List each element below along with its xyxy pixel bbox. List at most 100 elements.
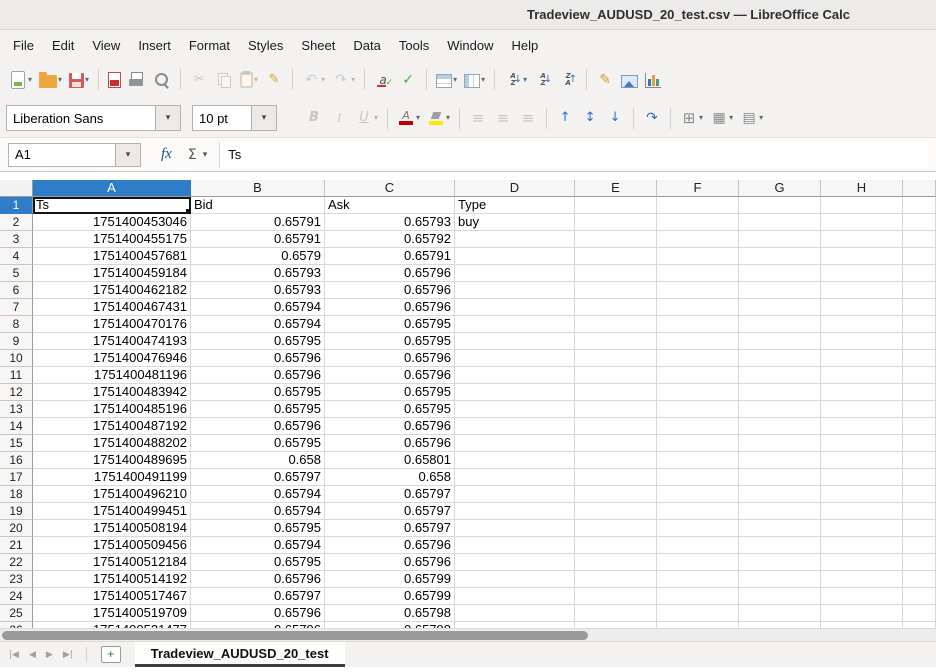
cell-D2[interactable]: buy (455, 214, 575, 231)
underline-button[interactable]: ▾ (352, 106, 381, 130)
cut-button[interactable] (187, 68, 211, 92)
cell-I13[interactable] (903, 401, 936, 418)
cell-G16[interactable] (739, 452, 821, 469)
open-file-button[interactable]: ▾ (36, 68, 65, 92)
first-sheet-icon[interactable]: |◀ (4, 650, 24, 660)
cell-C15[interactable]: 0.65796 (325, 435, 455, 452)
col-header-E[interactable]: E (575, 180, 657, 197)
cell-D19[interactable] (455, 503, 575, 520)
cell-I18[interactable] (903, 486, 936, 503)
cell-A4[interactable]: 1751400457681 (33, 248, 191, 265)
cell-D21[interactable] (455, 537, 575, 554)
cell-A18[interactable]: 1751400496210 (33, 486, 191, 503)
border-style-button[interactable]: ▾ (707, 106, 736, 130)
col-header-A[interactable]: A (33, 180, 191, 197)
cell-B6[interactable]: 0.65793 (191, 282, 325, 299)
align-left-button[interactable] (466, 106, 490, 130)
row-header-15[interactable]: 15 (0, 435, 33, 452)
cell-C23[interactable]: 0.65799 (325, 571, 455, 588)
cell-C16[interactable]: 0.65801 (325, 452, 455, 469)
insert-image-button[interactable] (618, 69, 641, 91)
col-header-H[interactable]: H (821, 180, 903, 197)
cell-I9[interactable] (903, 333, 936, 350)
cell-C20[interactable]: 0.65797 (325, 520, 455, 537)
cell-I22[interactable] (903, 554, 936, 571)
cell-I23[interactable] (903, 571, 936, 588)
cell-E19[interactable] (575, 503, 657, 520)
cell-I6[interactable] (903, 282, 936, 299)
cell-D15[interactable] (455, 435, 575, 452)
next-sheet-icon[interactable]: ▶ (41, 650, 58, 660)
chevron-down-icon[interactable]: ▾ (203, 150, 208, 160)
cell-E14[interactable] (575, 418, 657, 435)
cell-A10[interactable]: 1751400476946 (33, 350, 191, 367)
cell-C10[interactable]: 0.65796 (325, 350, 455, 367)
cell-H5[interactable] (821, 265, 903, 282)
cell-D14[interactable] (455, 418, 575, 435)
cell-E6[interactable] (575, 282, 657, 299)
cell-A24[interactable]: 1751400517467 (33, 588, 191, 605)
row-header-7[interactable]: 7 (0, 299, 33, 316)
cell-C12[interactable]: 0.65795 (325, 384, 455, 401)
menu-view[interactable]: View (83, 34, 129, 57)
cell-A11[interactable]: 1751400481196 (33, 367, 191, 384)
cell-B20[interactable]: 0.65795 (191, 520, 325, 537)
sort-button[interactable]: ▾ (501, 68, 530, 92)
menu-tools[interactable]: Tools (390, 34, 438, 57)
cell-A12[interactable]: 1751400483942 (33, 384, 191, 401)
row-header-23[interactable]: 23 (0, 571, 33, 588)
cell-G12[interactable] (739, 384, 821, 401)
cell-D13[interactable] (455, 401, 575, 418)
print-button[interactable] (125, 68, 149, 92)
cell-B12[interactable]: 0.65795 (191, 384, 325, 401)
cell-I5[interactable] (903, 265, 936, 282)
cell-D16[interactable] (455, 452, 575, 469)
cell-B3[interactable]: 0.65791 (191, 231, 325, 248)
cell-H20[interactable] (821, 520, 903, 537)
cell-G23[interactable] (739, 571, 821, 588)
cell-G7[interactable] (739, 299, 821, 316)
row-header-24[interactable]: 24 (0, 588, 33, 605)
cell-B24[interactable]: 0.65797 (191, 588, 325, 605)
auto-spellcheck-button[interactable] (396, 68, 420, 92)
cell-E13[interactable] (575, 401, 657, 418)
row-header-14[interactable]: 14 (0, 418, 33, 435)
cell-D24[interactable] (455, 588, 575, 605)
cell-E5[interactable] (575, 265, 657, 282)
col-header-G[interactable]: G (739, 180, 821, 197)
cell-H2[interactable] (821, 214, 903, 231)
cell-G4[interactable] (739, 248, 821, 265)
cell-H12[interactable] (821, 384, 903, 401)
font-size-dropdown[interactable]: ▾ (252, 105, 277, 131)
row-header-2[interactable]: 2 (0, 214, 33, 231)
cell-A19[interactable]: 1751400499451 (33, 503, 191, 520)
cell-A3[interactable]: 1751400455175 (33, 231, 191, 248)
last-sheet-icon[interactable]: ▶| (58, 650, 78, 660)
cell-F1[interactable] (657, 197, 739, 214)
cell-C2[interactable]: 0.65793 (325, 214, 455, 231)
cell-G25[interactable] (739, 605, 821, 622)
cell-D5[interactable] (455, 265, 575, 282)
cell-D3[interactable] (455, 231, 575, 248)
cell-G9[interactable] (739, 333, 821, 350)
cell-C18[interactable]: 0.65797 (325, 486, 455, 503)
cell-E25[interactable] (575, 605, 657, 622)
cell-E21[interactable] (575, 537, 657, 554)
cell-E17[interactable] (575, 469, 657, 486)
cell-D22[interactable] (455, 554, 575, 571)
cell-E15[interactable] (575, 435, 657, 452)
cell-E1[interactable] (575, 197, 657, 214)
cell-F21[interactable] (657, 537, 739, 554)
cell-H3[interactable] (821, 231, 903, 248)
menu-data[interactable]: Data (344, 34, 389, 57)
cell-E12[interactable] (575, 384, 657, 401)
row-header-10[interactable]: 10 (0, 350, 33, 367)
cell-B15[interactable]: 0.65795 (191, 435, 325, 452)
cell-A23[interactable]: 1751400514192 (33, 571, 191, 588)
row-header-19[interactable]: 19 (0, 503, 33, 520)
cell-G1[interactable] (739, 197, 821, 214)
save-button[interactable]: ▾ (66, 68, 92, 92)
cell-H16[interactable] (821, 452, 903, 469)
cell-A20[interactable]: 1751400508194 (33, 520, 191, 537)
cell-C5[interactable]: 0.65796 (325, 265, 455, 282)
